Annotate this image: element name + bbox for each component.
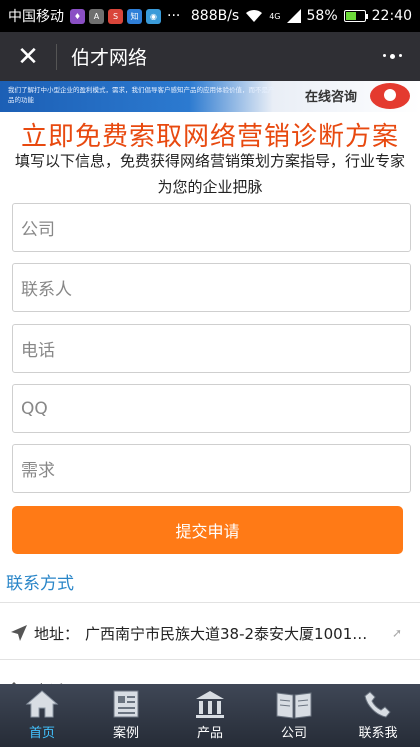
zhi-app-icon: 知 [127,8,142,24]
nav-divider [56,43,57,70]
company-field[interactable]: 公司 [12,203,411,252]
carrier-name: 中国移动 [8,9,64,25]
location-arrow-icon [8,622,30,644]
network-type: 4G [269,11,281,21]
more-dot-icon [398,54,402,57]
more-notifications-dots: ··· [167,8,181,24]
promo-description: 填写以下信息，免费获得网络营销策划方案指导，行业专家为您的企业把脉 [14,152,405,196]
signal-icon [286,9,301,23]
products-icon [196,691,224,718]
blue-app-icon: ◉ [146,8,161,24]
notification-icons: ♦ A S 知 ◉ [70,8,161,24]
contact-heading: 联系方式 [6,574,74,594]
address-row[interactable]: 地址： 广西南宁市民族大道38-2泰安大厦1001… ➚ [0,607,420,659]
clock: 22:40 [371,8,412,24]
contact-person-field[interactable]: 联系人 [12,263,411,312]
online-consult-link[interactable]: 在线咨询 [305,86,357,105]
battery-icon [343,10,368,22]
tab-contact[interactable]: 联系我 [336,684,420,747]
tab-company[interactable]: 公司 [252,684,336,747]
banner-text: 我们了解打中小型企业的盈利模式，需求，我们倡导客户感知产品的应用体验价值，而不是… [8,86,275,104]
purple-app-icon: ♦ [70,8,85,24]
more-dot-icon [382,54,386,57]
status-bar: 中国移动 ♦ A S 知 ◉ ··· 888B/s 4G 58% 22:40 [0,0,420,32]
contact-phone-icon [364,691,391,718]
tab-products[interactable]: 产品 [168,684,252,747]
close-button[interactable]: ✕ [0,32,56,81]
close-icon: ✕ [17,41,39,72]
a-app-icon: A [89,8,104,24]
promo-banner[interactable]: 我们了解打中小型企业的盈利模式，需求，我们倡导客户感知产品的应用体验价值，而不是… [0,81,420,112]
more-menu-button[interactable] [364,54,420,59]
tab-label: 公司 [280,726,307,741]
tab-home[interactable]: 首页 [0,684,84,747]
wifi-icon [246,9,263,22]
network-speed: 888B/s [190,8,240,24]
requirement-field[interactable]: 需求 [12,444,411,493]
more-dot-icon [389,54,395,59]
bottom-tab-bar: 首页 案例 产品 公司 联系我 [0,684,420,747]
qq-field[interactable]: QQ [12,384,411,433]
address-label: 地址： [34,624,80,643]
submit-button[interactable]: 提交申请 [12,506,403,554]
tab-label: 联系我 [358,726,398,741]
tab-cases[interactable]: 案例 [84,684,168,747]
chat-bubble-icon [370,83,410,109]
tab-label: 首页 [28,726,55,741]
divider [0,602,420,603]
phone-field[interactable]: 电话 [12,324,411,373]
cases-icon [113,690,139,718]
red-app-icon: S [108,8,123,24]
nav-bar: ✕ 伯才网络 [0,32,420,81]
page-title: 伯才网络 [71,47,148,69]
address-value: 广西南宁市民族大道38-2泰安大厦1001… [85,624,368,643]
arrow-icon: ➚ [391,626,402,640]
company-book-icon [276,692,312,719]
tab-label: 产品 [196,726,223,741]
tab-label: 案例 [112,726,139,741]
home-icon [25,690,59,718]
divider [0,659,420,660]
battery-percent: 58% [306,8,338,24]
